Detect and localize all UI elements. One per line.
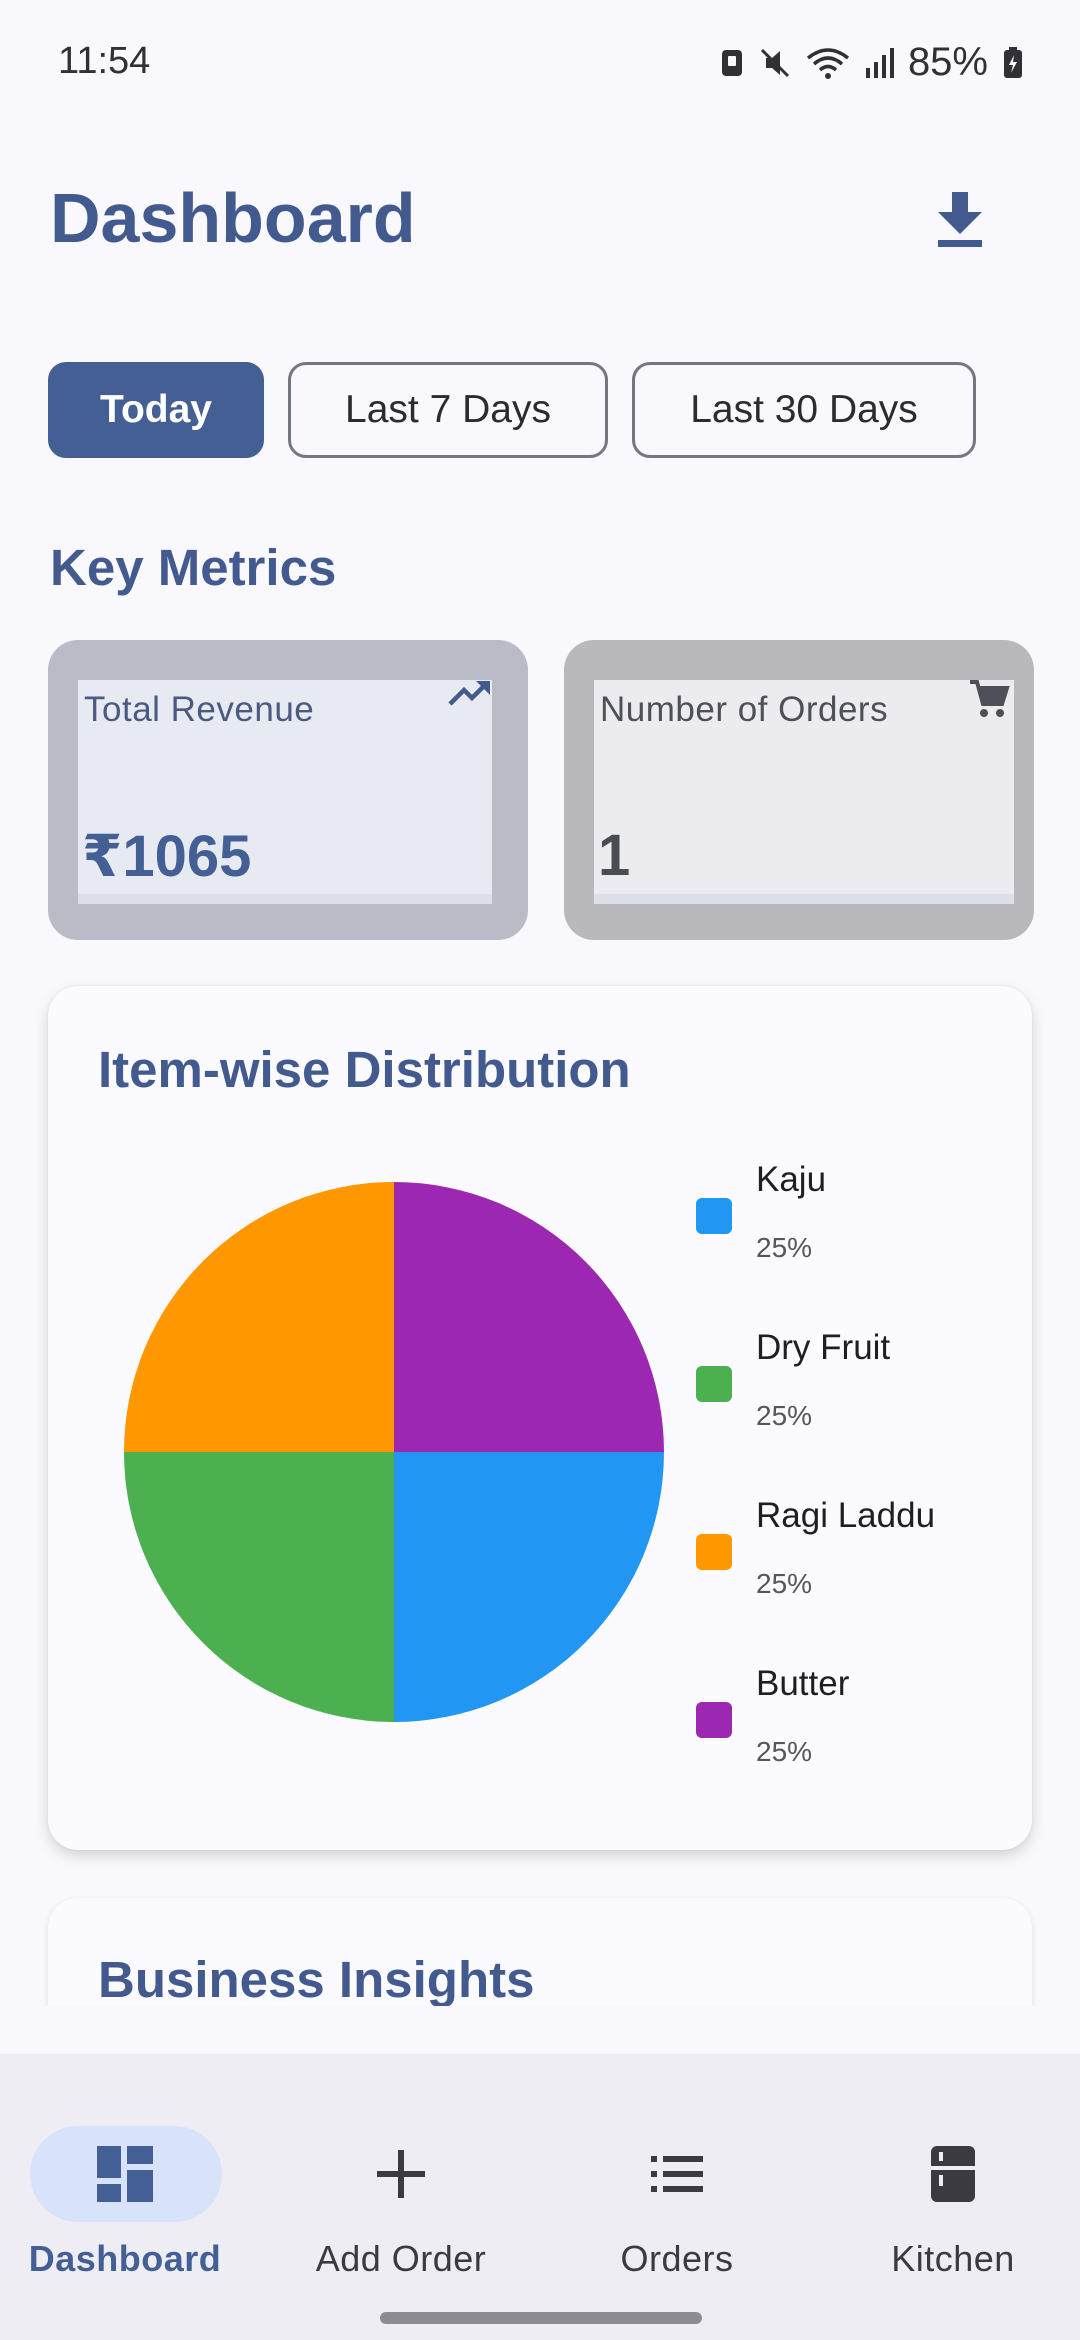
legend-item-dry-fruit: Dry Fruit 25% — [696, 1328, 1016, 1496]
date-range-filters: Today Last 7 Days Last 30 Days — [48, 362, 976, 458]
pie-slice-butter — [394, 1182, 664, 1452]
filter-last-7-days[interactable]: Last 7 Days — [288, 362, 608, 458]
dashboard-icon — [97, 2146, 153, 2202]
nav-dashboard-label: Dashboard — [28, 2238, 222, 2279]
dashboard-screen: 11:54 85% Dashboard Today Last 7 Days La… — [0, 0, 1080, 2340]
distribution-card: Item-wise Distribution Kaju 25% Dry Frui… — [48, 986, 1032, 1850]
bottom-navigation: Dashboard Add Order Orders Kitchen — [0, 2054, 1080, 2340]
nav-orders[interactable]: Orders — [552, 2090, 802, 2290]
legend-label-kaju: Kaju — [756, 1160, 827, 1199]
nav-add-order[interactable]: Add Order — [276, 2090, 526, 2290]
status-bar: 11:54 85% — [0, 0, 1080, 130]
wifi-icon — [806, 47, 850, 79]
sim-icon — [721, 49, 742, 76]
legend-percent-ragi-laddu: 25% — [756, 1568, 813, 1599]
filter-today[interactable]: Today — [48, 362, 264, 458]
mute-icon — [760, 48, 789, 77]
download-button[interactable] — [910, 170, 1010, 270]
legend-item-butter: Butter 25% — [696, 1664, 1016, 1832]
legend-swatch-dry-fruit — [696, 1366, 732, 1402]
kitchen-icon — [931, 2146, 975, 2202]
page-title: Dashboard — [50, 179, 416, 257]
total-revenue-card: Total Revenue ₹1065 — [48, 640, 528, 940]
number-of-orders-card: Number of Orders 1 — [564, 640, 1034, 940]
distribution-title: Item-wise Distribution — [98, 1041, 631, 1098]
pie-slice-dry-fruit — [124, 1452, 394, 1722]
legend-swatch-butter — [696, 1702, 732, 1738]
total-revenue-content: Total Revenue ₹1065 — [78, 680, 492, 904]
total-revenue-label: Total Revenue — [84, 690, 315, 729]
nav-kitchen[interactable]: Kitchen — [828, 2090, 1078, 2290]
pie-slice-ragi-laddu — [124, 1182, 394, 1452]
legend-swatch-kaju — [696, 1198, 732, 1234]
download-icon — [938, 192, 982, 247]
pie-chart — [124, 1182, 664, 1722]
battery-percent: 85% — [907, 40, 988, 84]
business-insights-title: Business Insights — [98, 1951, 535, 2008]
legend-swatch-ragi-laddu — [696, 1534, 732, 1570]
number-of-orders-label: Number of Orders — [600, 690, 889, 729]
cart-icon — [970, 680, 1010, 717]
number-of-orders-value: 1 — [598, 823, 631, 888]
legend-label-butter: Butter — [756, 1664, 850, 1703]
number-of-orders-content: Number of Orders 1 — [594, 680, 1014, 904]
pie-slice-kaju — [394, 1452, 664, 1722]
legend-percent-dry-fruit: 25% — [756, 1400, 813, 1431]
status-icons: 85% — [720, 40, 1024, 85]
legend-percent-kaju: 25% — [756, 1232, 813, 1263]
legend-label-ragi-laddu: Ragi Laddu — [756, 1496, 936, 1535]
home-indicator[interactable] — [380, 2312, 702, 2324]
legend-item-kaju: Kaju 25% — [696, 1160, 1016, 1328]
filter-last-30-days[interactable]: Last 30 Days — [632, 362, 976, 458]
total-revenue-value: ₹1065 — [82, 824, 252, 889]
scroll-clip — [0, 2006, 1080, 2054]
list-icon — [651, 2156, 703, 2192]
plus-icon — [377, 2150, 425, 2198]
key-metrics-title: Key Metrics — [50, 539, 337, 596]
signal-icon — [865, 47, 894, 78]
legend-label-dry-fruit: Dry Fruit — [756, 1328, 891, 1367]
nav-dashboard[interactable]: Dashboard — [0, 2090, 250, 2290]
chart-legend: Kaju 25% Dry Fruit 25% Ragi Laddu 25% Bu… — [696, 1160, 1016, 1832]
nav-add-order-label: Add Order — [315, 2238, 487, 2279]
legend-item-ragi-laddu: Ragi Laddu 25% — [696, 1496, 1016, 1664]
nav-kitchen-label: Kitchen — [891, 2238, 1015, 2279]
trending-up-icon — [448, 681, 490, 706]
battery-icon — [1004, 46, 1022, 78]
legend-percent-butter: 25% — [756, 1736, 813, 1767]
status-time: 11:54 — [58, 40, 151, 82]
nav-orders-label: Orders — [620, 2238, 734, 2279]
